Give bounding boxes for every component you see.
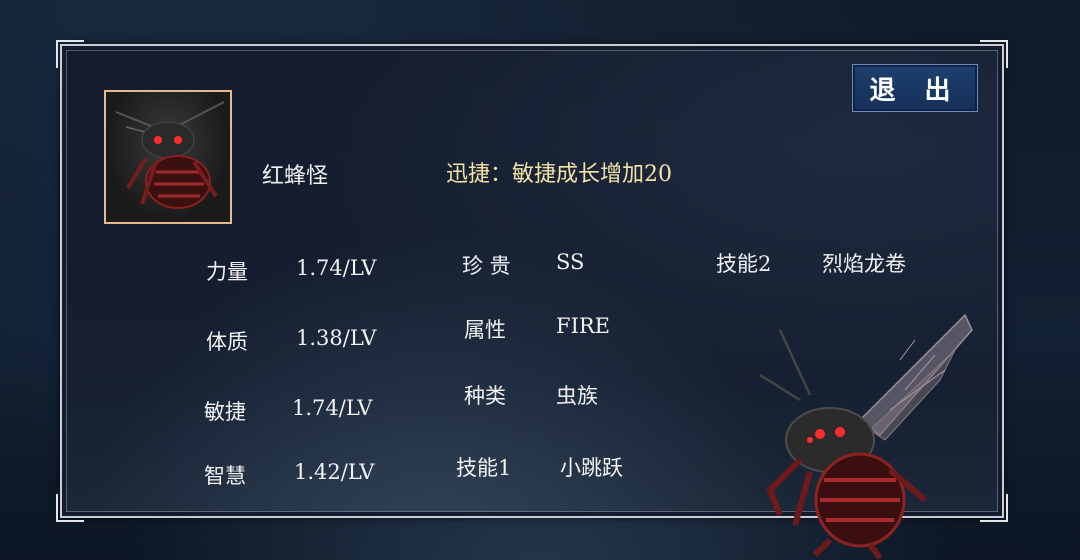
stat-value-wisdom: 1.42/LV	[294, 460, 375, 484]
monster-name: 红蜂怪	[262, 164, 329, 189]
monster-trait: 迅捷：敏捷成长增加20	[446, 162, 672, 187]
info-value-skill1: 小跳跃	[560, 456, 623, 480]
info-label-skill1: 技能1	[456, 456, 512, 480]
info-label-race: 种类	[464, 384, 506, 408]
skill2-value: 烈焰龙卷	[822, 252, 906, 276]
monster-portrait	[104, 90, 232, 224]
info-value-rarity: SS	[556, 250, 585, 274]
info-label-element: 属性	[464, 318, 506, 342]
red-wasp-portrait-icon	[115, 101, 225, 209]
stat-value-strength: 1.74/LV	[296, 256, 377, 280]
stat-label-constitution: 体质	[206, 330, 248, 354]
stat-label-strength: 力量	[206, 260, 248, 284]
panel-corner-ornament	[980, 40, 1008, 68]
panel-corner-ornament	[56, 494, 84, 522]
info-value-element: FIRE	[556, 314, 611, 338]
stat-label-wisdom: 智慧	[204, 464, 246, 488]
exit-button[interactable]: 退 出	[852, 64, 978, 112]
stat-value-agility: 1.74/LV	[292, 396, 373, 420]
skill2-label: 技能2	[716, 252, 772, 276]
red-wasp-illustration-icon	[759, 313, 973, 560]
info-label-rarity: 珍 贵	[462, 254, 511, 278]
stat-value-constitution: 1.38/LV	[296, 326, 377, 350]
stat-label-agility: 敏捷	[204, 400, 246, 424]
info-value-race: 虫族	[556, 384, 598, 408]
panel-corner-ornament	[56, 40, 84, 68]
